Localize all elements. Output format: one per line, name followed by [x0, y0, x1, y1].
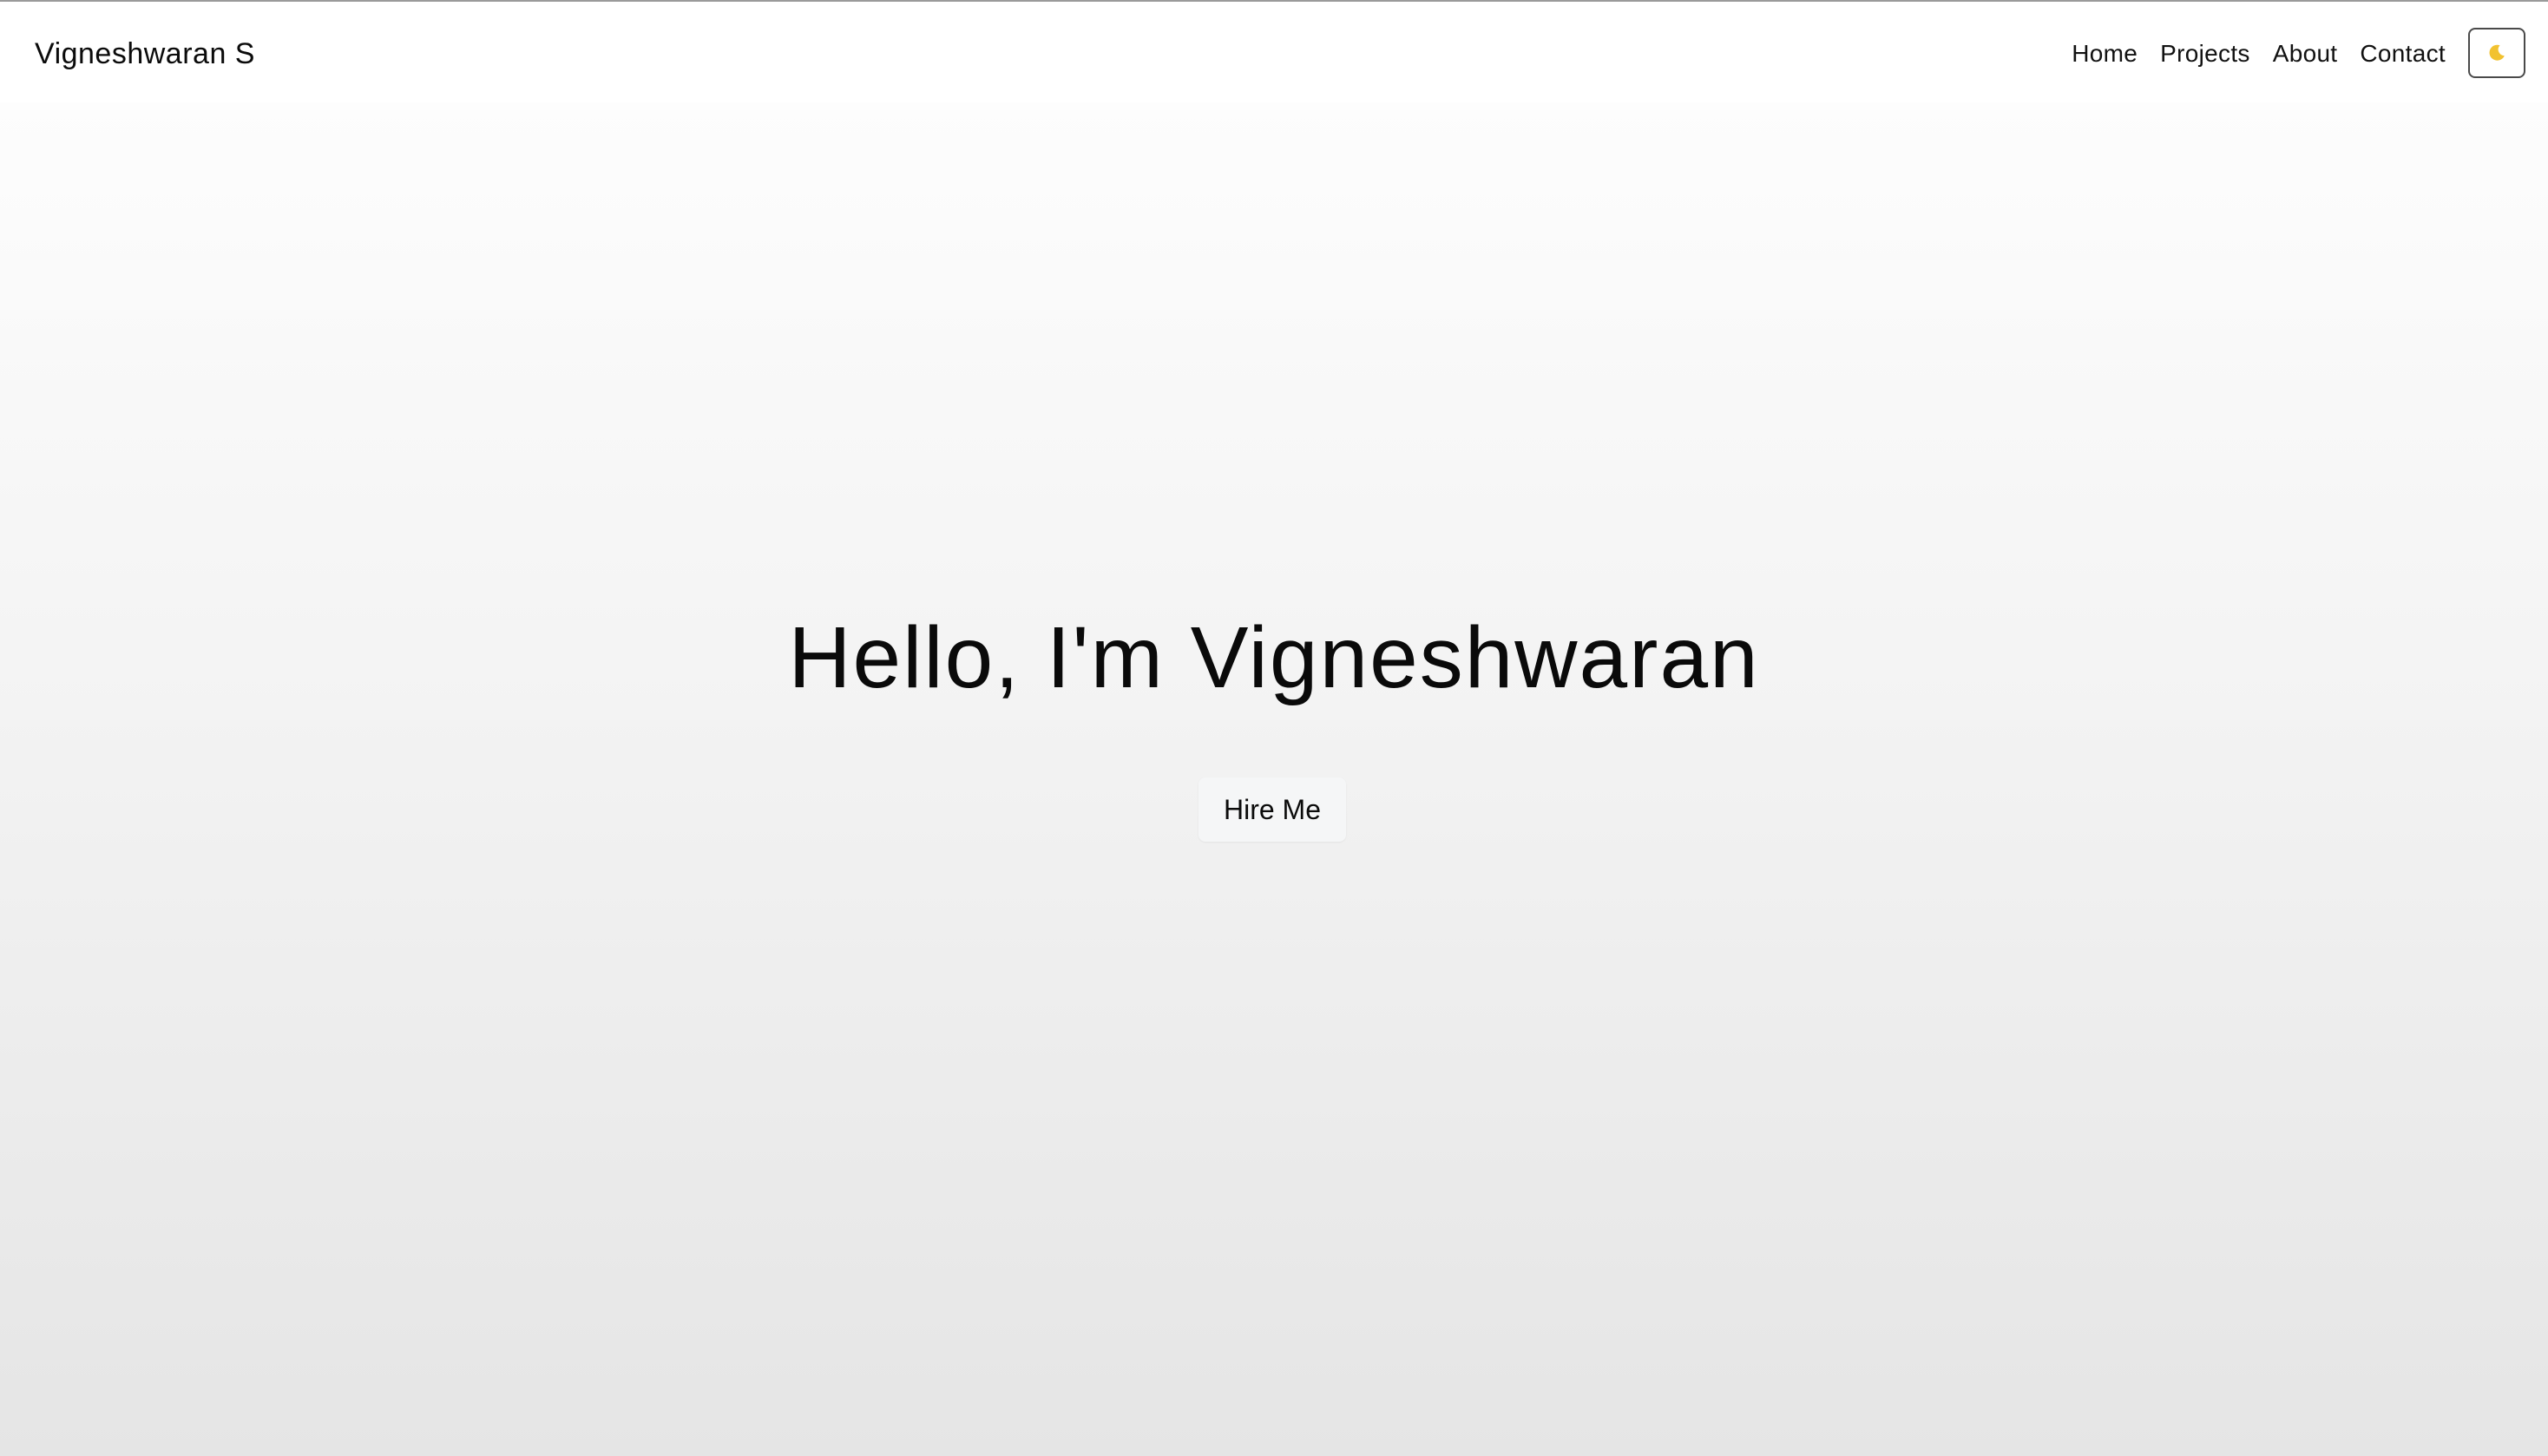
nav-link-projects[interactable]: Projects — [2160, 31, 2250, 76]
navbar: Vigneshwaran S Home Projects About Conta… — [0, 2, 2548, 102]
hero-title: Hello, I'm Vigneshwaran — [788, 609, 1760, 706]
hero-section: Hello, I'm Vigneshwaran Hire Me — [0, 102, 2548, 1456]
nav-link-about[interactable]: About — [2273, 31, 2338, 76]
nav-link-contact[interactable]: Contact — [2360, 31, 2446, 76]
nav-links: Home Projects About Contact — [2072, 31, 2446, 76]
theme-toggle-button[interactable] — [2468, 28, 2525, 78]
nav-link-home[interactable]: Home — [2072, 31, 2138, 76]
moon-icon — [2486, 43, 2507, 63]
hire-me-button[interactable]: Hire Me — [1198, 777, 1346, 842]
site-brand[interactable]: Vigneshwaran S — [35, 31, 255, 76]
